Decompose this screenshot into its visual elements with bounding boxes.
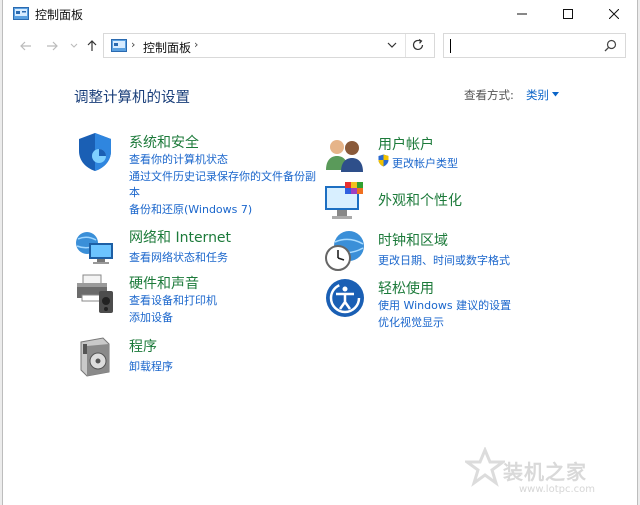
control-panel-icon (13, 7, 29, 20)
link-change-account-type[interactable]: 更改帐户类型 (392, 155, 458, 171)
link-change-date-time-format[interactable]: 更改日期、时间或数字格式 (378, 252, 510, 268)
window-title: 控制面板 (35, 8, 84, 22)
link-network-status[interactable]: 查看网络状态和任务 (129, 249, 228, 265)
search-icon[interactable] (604, 39, 617, 52)
recent-locations-button[interactable] (65, 38, 83, 54)
link-file-history[interactable]: 通过文件历史记录保存你的文件备份副 (129, 168, 316, 184)
breadcrumb-separator-icon: › (131, 38, 136, 51)
forward-arrow-icon (47, 41, 58, 51)
page-title: 调整计算机的设置 (74, 90, 190, 106)
link-file-history-wrap[interactable]: 本 (129, 184, 140, 200)
link-backup-restore[interactable]: 备份和还原(Windows 7) (129, 201, 252, 217)
category-title[interactable]: 网络和 Internet (129, 227, 231, 247)
watermark-url: www.lotpc.com (519, 484, 595, 495)
ease-of-access-icon[interactable] (323, 276, 367, 320)
back-arrow-icon (20, 41, 31, 51)
up-button[interactable] (83, 38, 101, 54)
title-bar: 控制面板 (3, 0, 637, 28)
uac-shield-icon (378, 154, 389, 167)
category-title[interactable]: 程序 (129, 336, 157, 356)
appearance-monitor-icon[interactable] (323, 180, 367, 224)
category-title[interactable]: 用户帐户 (378, 134, 434, 154)
close-button[interactable] (591, 0, 637, 28)
link-view-computer-status[interactable]: 查看你的计算机状态 (129, 151, 228, 167)
close-icon (609, 9, 619, 19)
category-title[interactable]: 轻松使用 (378, 278, 434, 298)
forward-button[interactable] (43, 38, 61, 54)
breadcrumb-separator-icon[interactable]: › (194, 38, 198, 51)
users-icon[interactable] (323, 132, 367, 176)
minimize-button[interactable] (499, 0, 545, 28)
watermark-text: 装机之家 (503, 460, 587, 484)
divider (405, 34, 406, 57)
dropdown-arrow-icon[interactable] (552, 92, 559, 97)
link-add-device[interactable]: 添加设备 (129, 309, 173, 325)
search-input[interactable] (443, 33, 626, 58)
network-globe-icon[interactable] (73, 225, 117, 269)
text-caret (450, 39, 451, 53)
maximize-button[interactable] (545, 0, 591, 28)
control-panel-window: 控制面板 › 控制面板 › 调整计算机的设置 查看方式: 类别 系统和安全 查看… (2, 0, 638, 505)
shield-icon[interactable] (73, 130, 117, 174)
address-bar[interactable]: › 控制面板 › (103, 33, 435, 58)
maximize-icon (563, 9, 573, 19)
view-by-dropdown[interactable]: 类别 (526, 87, 549, 103)
minimize-icon (517, 13, 527, 15)
clock-globe-icon[interactable] (323, 228, 367, 272)
chevron-down-icon[interactable] (387, 41, 397, 49)
control-panel-icon (111, 39, 127, 52)
link-optimize-visual-display[interactable]: 优化视觉显示 (378, 314, 444, 330)
chevron-down-icon (70, 43, 78, 48)
link-windows-recommended-settings[interactable]: 使用 Windows 建议的设置 (378, 297, 511, 313)
programs-box-icon[interactable] (73, 334, 117, 378)
link-uninstall-program[interactable]: 卸载程序 (129, 358, 173, 374)
up-arrow-icon (87, 40, 97, 51)
link-devices-printers[interactable]: 查看设备和打印机 (129, 292, 217, 308)
breadcrumb-control-panel[interactable]: 控制面板 (143, 39, 191, 56)
category-title[interactable]: 时钟和区域 (378, 230, 448, 250)
printer-icon[interactable] (73, 271, 117, 315)
category-title[interactable]: 系统和安全 (129, 132, 199, 152)
back-button[interactable] (17, 38, 35, 54)
watermark-star-icon (465, 447, 505, 487)
category-title[interactable]: 外观和个性化 (378, 190, 462, 210)
category-title[interactable]: 硬件和声音 (129, 273, 199, 293)
view-by-label: 查看方式: (464, 88, 514, 102)
refresh-icon[interactable] (411, 38, 425, 52)
